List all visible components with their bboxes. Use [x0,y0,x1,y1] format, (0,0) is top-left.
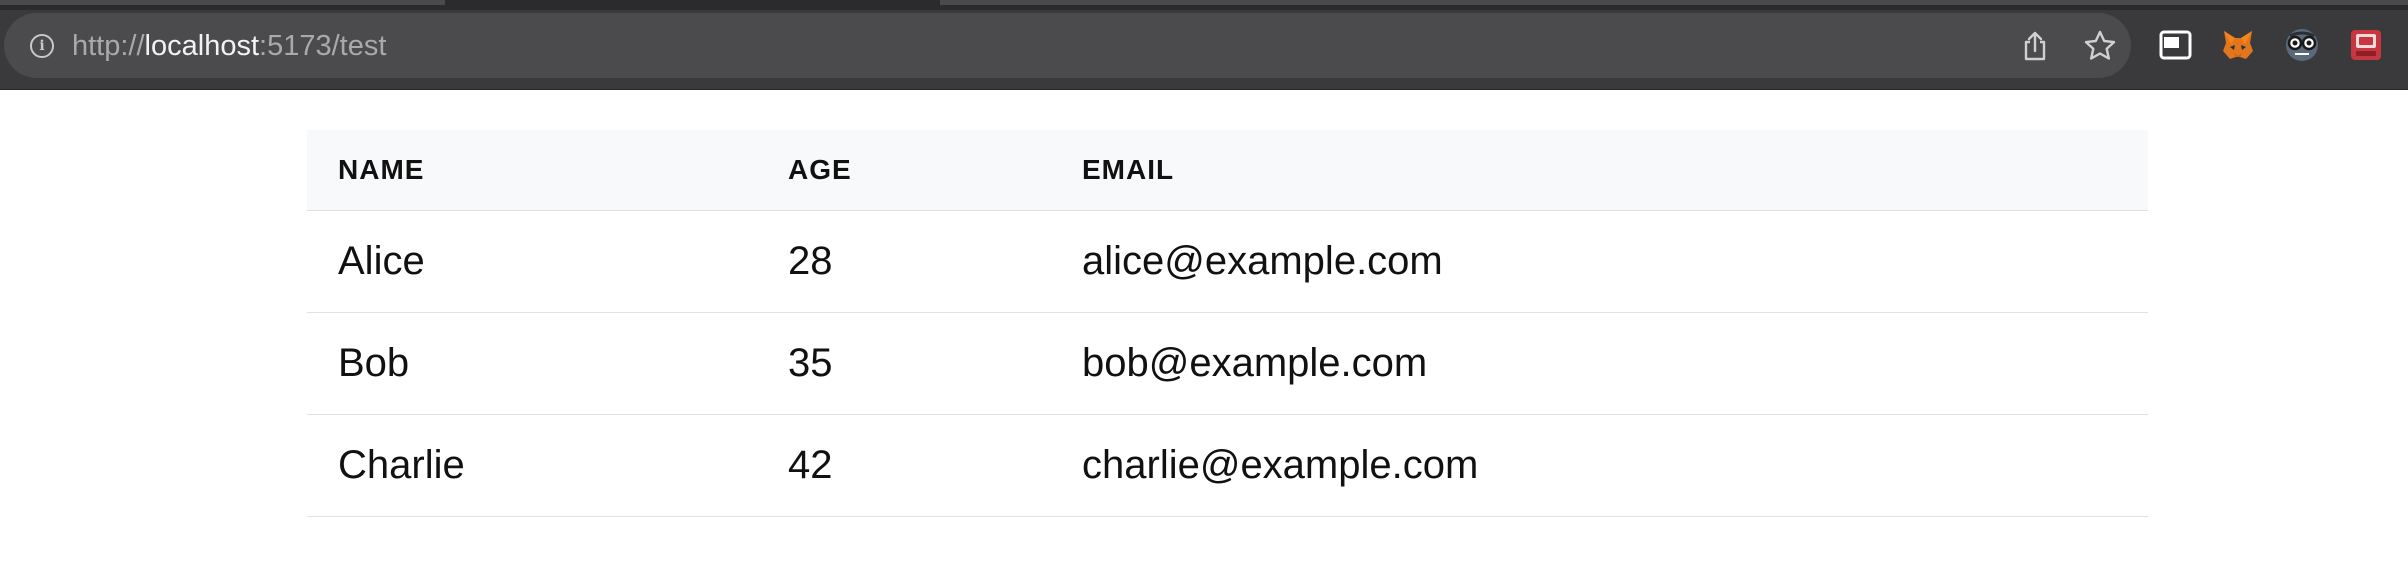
users-table-container: NAME AGE EMAIL Alice 28 alice@example.co… [307,130,2148,517]
column-header-name[interactable]: NAME [307,130,757,211]
cell-email: bob@example.com [1051,312,2148,415]
table-row[interactable]: Bob 35 bob@example.com [307,312,2148,415]
table-header-row: NAME AGE EMAIL [307,130,2148,211]
cell-name: Bob [307,312,757,415]
star-icon[interactable] [2083,29,2117,63]
column-header-email[interactable]: EMAIL [1051,130,2148,211]
tab-edge-left [0,0,445,5]
table-header: NAME AGE EMAIL [307,130,2148,211]
users-table: NAME AGE EMAIL Alice 28 alice@example.co… [307,130,2148,517]
column-header-age[interactable]: AGE [757,130,1051,211]
url-host: localhost [144,30,260,62]
cell-email: alice@example.com [1051,210,2148,313]
glasses-extension-icon[interactable] [2284,27,2320,63]
red-extension-icon[interactable] [2348,27,2384,63]
url-path: :5173/test [259,30,387,62]
cell-name: Alice [307,210,757,313]
share-icon[interactable] [2019,30,2051,62]
table-row[interactable]: Alice 28 alice@example.com [307,210,2148,313]
cell-name: Charlie [307,414,757,517]
table-row[interactable]: Charlie 42 charlie@example.com [307,414,2148,517]
cell-age: 42 [757,414,1051,517]
cell-age: 28 [757,210,1051,313]
table-body: Alice 28 alice@example.com Bob 35 bob@ex… [307,210,2148,517]
url-scheme: http:// [72,30,145,62]
tab-edge-right [940,0,2408,5]
metamask-fox-icon[interactable] [2220,27,2256,63]
pip-icon[interactable] [2159,30,2192,60]
address-bar[interactable]: i http://localhost:5173/test [4,13,2131,78]
browser-toolbar: i http://localhost:5173/test [0,0,2408,90]
url-text[interactable]: http://localhost:5173/test [72,29,386,63]
cell-email: charlie@example.com [1051,414,2148,517]
cell-age: 35 [757,312,1051,415]
info-icon[interactable]: i [30,34,54,58]
